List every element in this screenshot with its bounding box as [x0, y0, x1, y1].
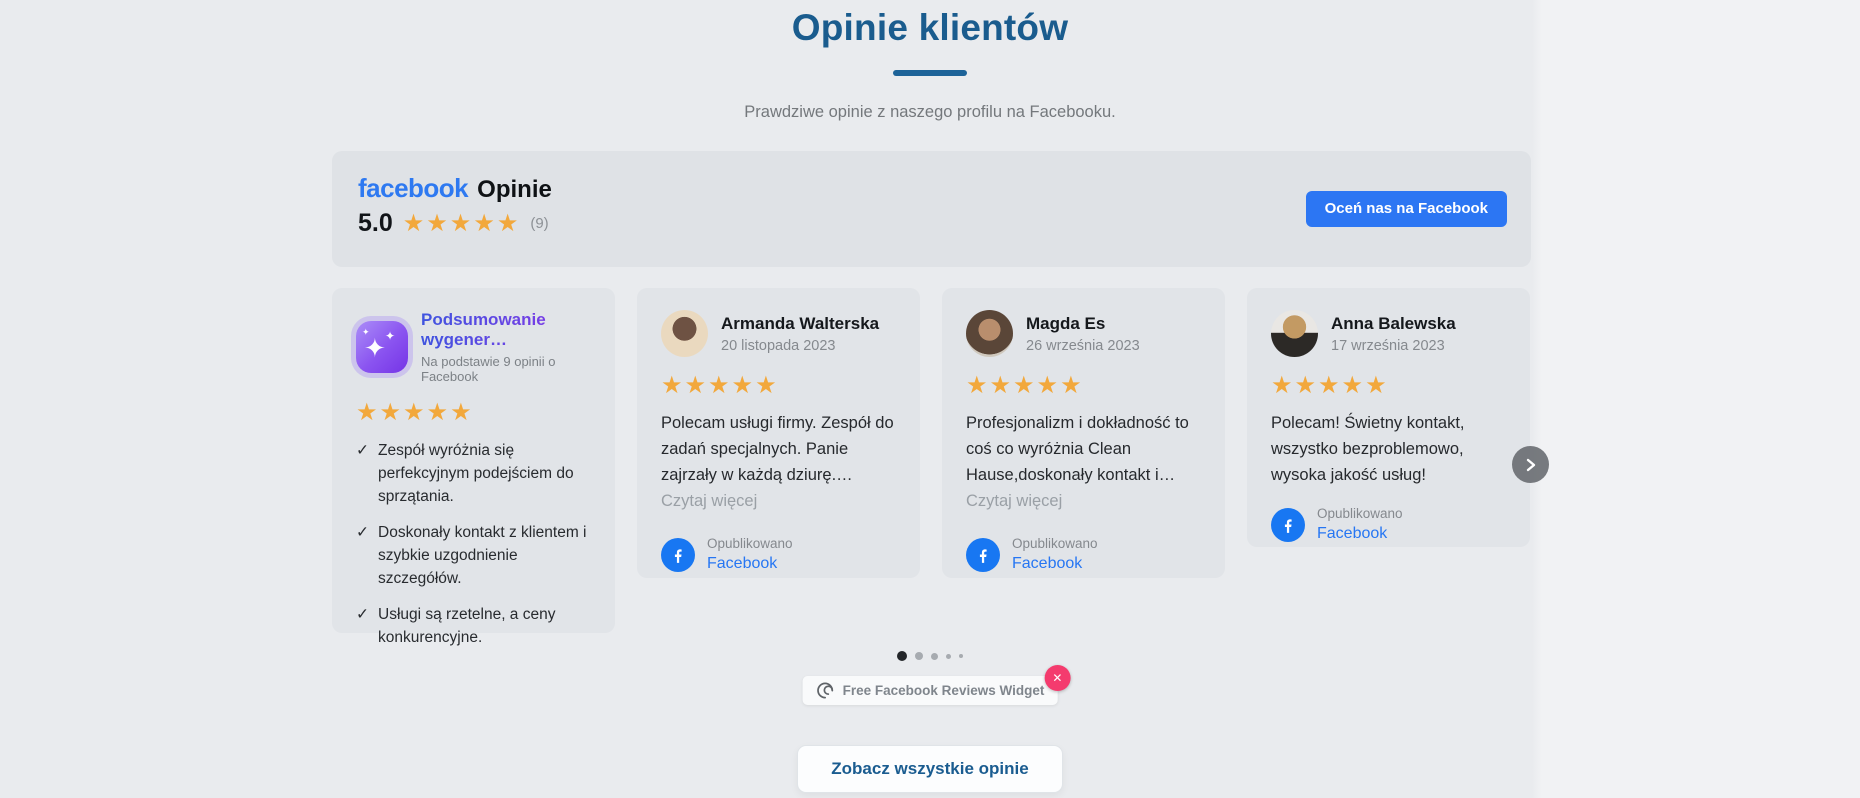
review-card: Magda Es 26 września 2023 ★★★★★ Profesjo… — [942, 288, 1225, 578]
ai-summary-card: Podsumowanie wygener… Na podstawie 9 opi… — [332, 288, 615, 646]
summary-bullet-text: Usługi są rzetelne, a ceny konkurencyjne… — [378, 606, 556, 646]
rate-us-facebook-button[interactable]: Oceń nas na Facebook — [1305, 191, 1507, 227]
check-icon — [356, 603, 369, 649]
reviewer-name: Armanda Walterska — [721, 313, 880, 333]
page-subtitle: Prawdziwe opinie z naszego profilu na Fa… — [744, 103, 1116, 121]
read-more-link[interactable]: Czytaj więcej — [966, 488, 1201, 514]
summary-bullet: Usługi są rzetelne, a ceny konkurencyjne… — [356, 603, 591, 649]
review-text: Polecam! Świetny kontakt, wszystko bezpr… — [1271, 414, 1465, 484]
read-more-link[interactable]: Czytaj więcej — [661, 488, 896, 514]
published-label: Opublikowano — [1317, 506, 1403, 521]
widget-header-title: Opinie — [477, 176, 552, 203]
avatar — [966, 310, 1013, 357]
review-count: (9) — [530, 215, 549, 232]
summary-bullet: Doskonały kontakt z klientem i szybkie u… — [356, 521, 591, 590]
carousel-dot[interactable] — [914, 652, 923, 660]
ai-sparkle-icon — [356, 321, 408, 373]
review-text: Profesjonalizm i dokładność to coś co wy… — [966, 414, 1189, 484]
avatar — [1271, 310, 1318, 357]
widget-header: facebook Opinie 5.0 ★★★★★ (9) Oceń nas n… — [332, 151, 1531, 267]
close-icon[interactable] — [1044, 665, 1071, 691]
review-text: Polecam usługi firmy. Zespół do zadań sp… — [661, 414, 894, 484]
star-rating: ★★★★★ — [1271, 372, 1389, 399]
carousel-dot[interactable] — [930, 652, 938, 660]
carousel-dots — [0, 651, 1860, 661]
facebook-logo-icon — [661, 537, 695, 572]
title-underline — [893, 70, 967, 76]
widget-attribution-badge[interactable]: Free Facebook Reviews Widget — [802, 676, 1058, 705]
facebook-source-link[interactable]: Facebook — [1317, 525, 1403, 543]
carousel-dot[interactable] — [945, 653, 951, 659]
star-rating: ★★★★★ — [402, 210, 521, 237]
check-icon — [356, 439, 369, 508]
review-date: 17 września 2023 — [1331, 337, 1445, 354]
review-date: 26 września 2023 — [1026, 337, 1140, 354]
widget-logo-icon — [817, 682, 834, 699]
facebook-wordmark: facebook — [358, 173, 469, 203]
rating-value: 5.0 — [358, 209, 393, 237]
page-title: Opinie klientów — [791, 7, 1069, 48]
star-rating: ★★★★★ — [966, 372, 1084, 399]
widget-attribution: Free Facebook Reviews Widget — [802, 665, 1071, 705]
see-all-reviews-button[interactable]: Zobacz wszystkie opinie — [797, 745, 1063, 793]
reviewer-name: Anna Balewska — [1331, 313, 1456, 333]
avatar — [661, 310, 708, 357]
review-date: 20 listopada 2023 — [721, 337, 836, 354]
widget-attribution-label: Free Facebook Reviews Widget — [842, 683, 1045, 698]
chevron-right-icon — [1526, 458, 1535, 471]
summary-bullet: Zespół wyróżnia się perfekcyjnym podejśc… — [356, 439, 591, 508]
carousel-dot[interactable] — [958, 653, 964, 659]
facebook-logo-icon — [966, 537, 1000, 572]
carousel-next-button[interactable] — [1512, 446, 1549, 483]
ai-summary-subtitle: Na podstawie 9 opinii o Facebook — [421, 354, 556, 384]
published-label: Opublikowano — [1012, 536, 1098, 551]
reviewer-name: Magda Es — [1026, 313, 1106, 333]
ai-summary-title: Podsumowanie wygener… — [421, 310, 591, 350]
widget-header-info: facebook Opinie 5.0 ★★★★★ (9) — [358, 173, 552, 238]
sparkle-icon — [385, 330, 395, 342]
summary-bullet-text: Doskonały kontakt z klientem i szybkie u… — [378, 524, 587, 587]
facebook-source-link[interactable]: Facebook — [1012, 555, 1098, 573]
facebook-logo-icon — [1271, 507, 1305, 542]
facebook-source-link[interactable]: Facebook — [707, 555, 793, 573]
summary-bullet-text: Zespół wyróżnia się perfekcyjnym podejśc… — [378, 442, 574, 505]
sparkle-icon — [364, 336, 386, 362]
review-card: Armanda Walterska 20 listopada 2023 ★★★★… — [637, 288, 920, 578]
carousel-dot-active[interactable] — [896, 651, 907, 661]
check-icon — [356, 521, 369, 590]
review-card: Anna Balewska 17 września 2023 ★★★★★ Pol… — [1247, 288, 1530, 547]
reviews-section: Opinie klientów Prawdziwe opinie z nasze… — [0, 0, 1860, 798]
sparkle-icon — [362, 329, 370, 338]
reviews-carousel: Podsumowanie wygener… Na podstawie 9 opi… — [332, 288, 1530, 646]
published-label: Opublikowano — [707, 536, 793, 551]
star-rating: ★★★★★ — [661, 372, 779, 399]
star-rating: ★★★★★ — [356, 399, 474, 426]
